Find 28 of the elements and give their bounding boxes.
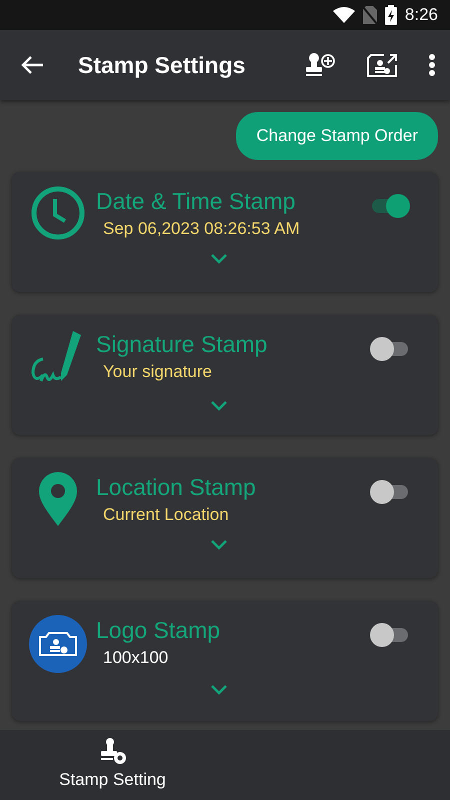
stamp-title: Date & Time Stamp [96,186,296,216]
stamp-title: Logo Stamp [96,616,222,644]
location-pin-icon [38,472,78,526]
expand-chevron-button[interactable] [211,540,227,550]
clock-icon [31,186,85,240]
stamp-value: Your signature [103,360,214,382]
no-sim-icon [362,6,377,24]
stamp-toggle[interactable] [370,480,410,502]
stamp-value: 100x100 [103,646,170,668]
status-time: 8:26 [404,4,438,26]
screen-title: Stamp Settings [78,50,246,80]
stamp-toggle[interactable] [370,336,410,358]
camera-logo-icon [29,614,87,672]
expand-chevron-button[interactable] [211,684,227,694]
stamp-toggle[interactable] [370,622,410,644]
stamp-title: Location Stamp [96,472,257,502]
more-menu-button[interactable] [428,53,436,77]
battery-charging-icon [384,5,397,25]
expand-chevron-button[interactable] [211,254,227,264]
stamp-export-button[interactable] [366,52,398,78]
stamp-value: Sep 06,2023 08:26:53 AM [103,218,301,240]
stamp-title: Signature Stamp [96,330,268,358]
expand-chevron-button[interactable] [211,400,227,410]
back-button[interactable] [20,55,44,75]
stamp-value: Current Location [103,504,230,526]
add-stamp-button[interactable] [304,52,336,78]
stamp-toggle[interactable] [370,194,410,216]
wifi-icon [332,7,355,23]
